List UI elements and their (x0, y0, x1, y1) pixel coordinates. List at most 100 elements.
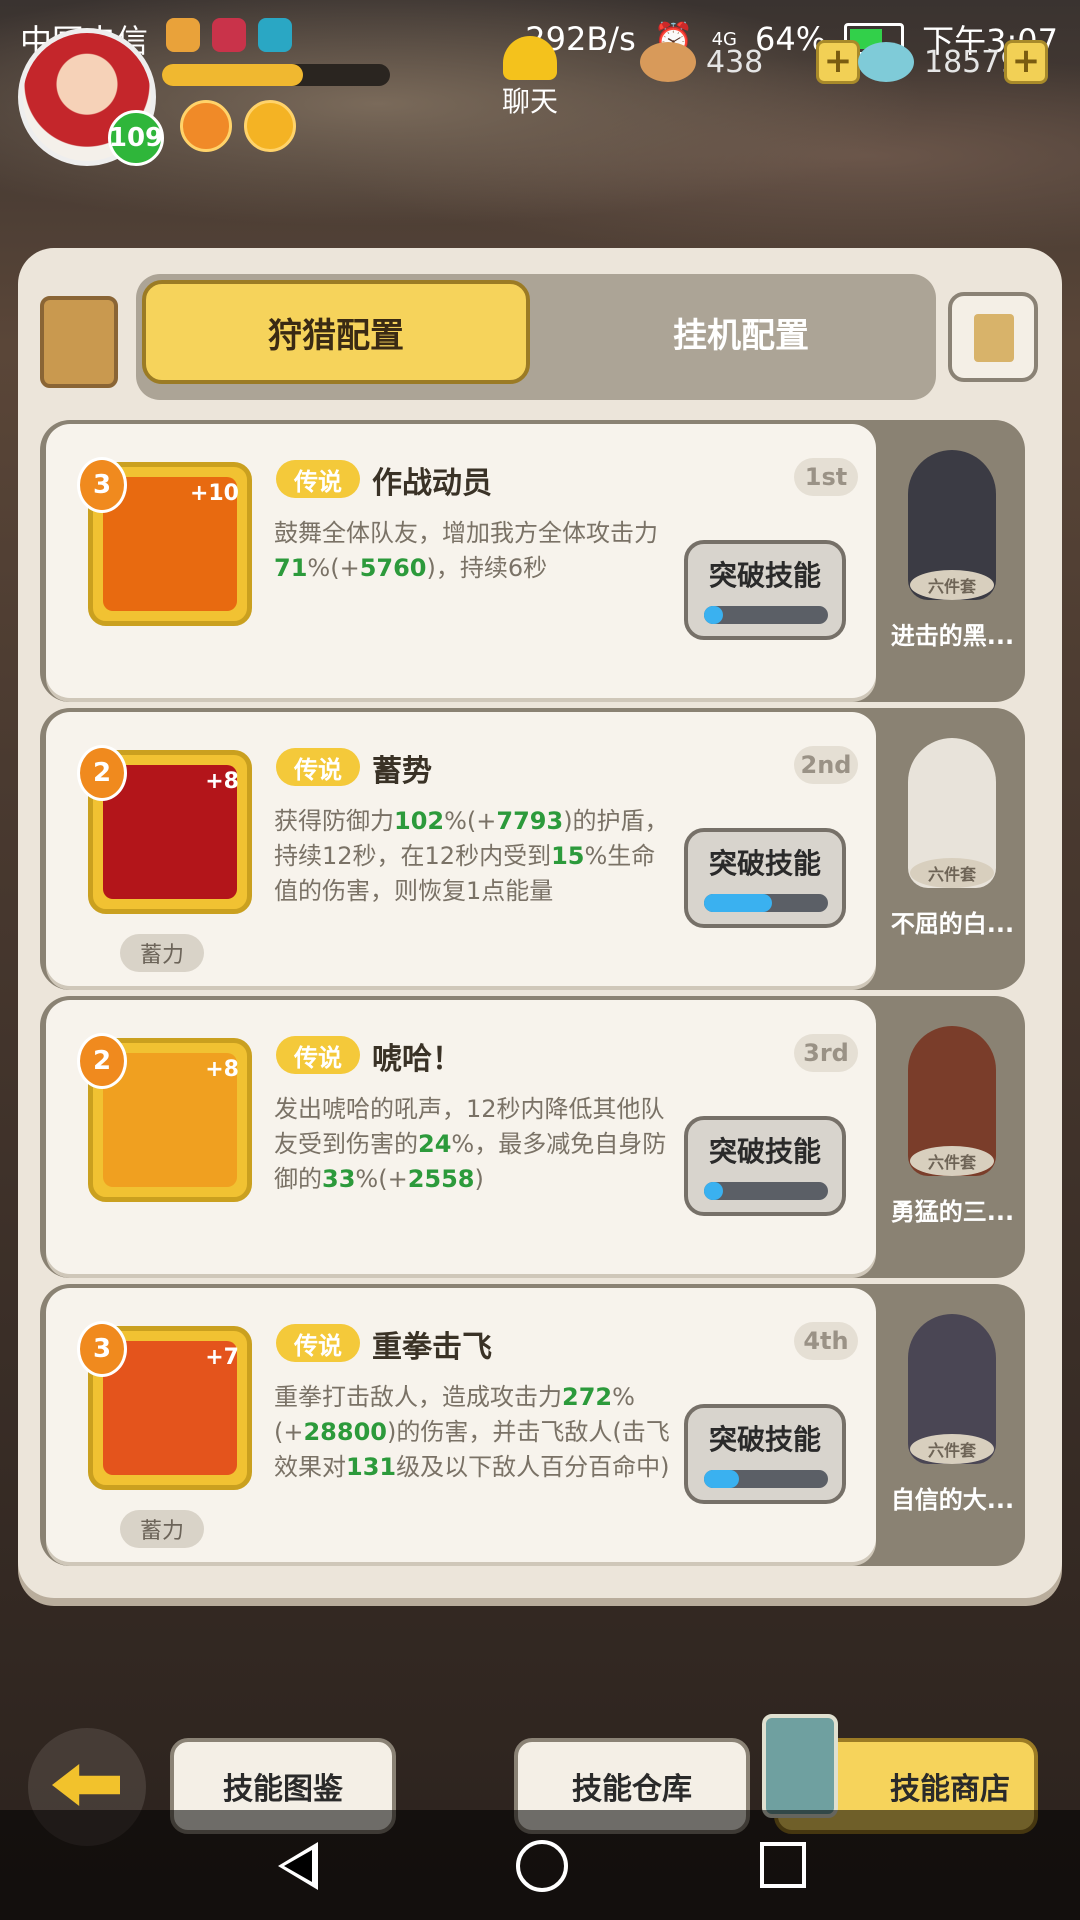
skill-slot-rank: 4th (794, 1322, 858, 1360)
app-notification-icon (166, 18, 200, 52)
skill-desc-segment: ) (474, 1165, 484, 1193)
breakthrough-progress-fill (704, 1182, 723, 1200)
nav-home-icon[interactable] (516, 1840, 568, 1892)
breakthrough-skill-button[interactable]: 突破技能 (684, 1116, 846, 1216)
pet-name: 勇猛的三... (890, 1198, 1015, 1226)
skill-level-badge: 2 (77, 1033, 127, 1089)
system-nav-bar (0, 1810, 1080, 1920)
breakthrough-progress-fill (704, 894, 773, 912)
skill-description: 获得防御力102%(+7793)的护盾，持续12秒，在12秒内受到15%生命值的… (274, 804, 674, 909)
tab-idle-config[interactable]: 挂机配置 (556, 280, 926, 384)
pet-slot[interactable]: 六件套勇猛的三... (880, 996, 1025, 1278)
buff-icon[interactable] (244, 100, 296, 152)
skill-desc-segment: )，持续6秒 (426, 554, 548, 582)
skill-row: 3 +7 蓄力 传说 重拳击飞 4th 重拳打击敌人，造成攻击力272%(+28800)的伤… (40, 1284, 1025, 1566)
skill-desc-segment: 重拳打击敌人，造成攻击力 (274, 1383, 562, 1411)
pet-slot[interactable]: 六件套 不屈的白... (880, 708, 1025, 990)
skill-bonus-level: +8 (205, 1057, 239, 1082)
guide-book-icon (974, 314, 1014, 362)
xp-bar (162, 64, 390, 86)
app-notification-icon (212, 18, 246, 52)
chat-button[interactable]: 聊天 (480, 36, 580, 120)
coins-icon (640, 42, 696, 82)
guide-book-button[interactable] (948, 292, 1038, 382)
currency-amount: 18579 (924, 44, 1020, 80)
config-tabs: 狩猎配置 挂机配置 (136, 274, 936, 400)
shop-icon (762, 1714, 838, 1818)
pet-slot[interactable]: 六件套 进击的黑... (880, 420, 1025, 702)
currency-gems: 18579 + (858, 34, 1048, 90)
pet-slot[interactable]: 六件套 自信的大... (880, 1284, 1025, 1566)
skill-desc-segment: 272 (562, 1383, 613, 1411)
skill-card[interactable]: 2 +8 传说 唬哈！ 3rd 发出唬哈的吼声，12秒内降低其他队友受到伤害的24%，最多… (46, 1000, 876, 1274)
currency-amount: 438 (706, 44, 764, 80)
skill-card[interactable]: 2 +8 蓄力 传说 蓄势 2nd 获得防御力102%(+7793)的护盾，持续12秒，在1… (46, 712, 876, 986)
chat-label: 聊天 (501, 85, 558, 118)
skill-shop-label: 技能商店 (890, 1772, 1010, 1807)
skill-bonus-level: +8 (205, 769, 239, 794)
skill-icon[interactable]: 3 +10 (77, 457, 252, 626)
skill-desc-segment: 鼓舞全体队友，增加我方全体攻击力 (274, 519, 658, 547)
skill-desc-segment: 15 (551, 842, 585, 870)
breakthrough-label: 突破技能 (708, 1135, 821, 1168)
chat-bell-icon (503, 36, 557, 80)
charge-tag: 蓄力 (120, 1510, 204, 1548)
pet-set-label: 六件套 (910, 1434, 994, 1464)
breakthrough-progress (704, 894, 828, 912)
skill-slot-rank: 1st (794, 458, 858, 496)
nav-back-icon[interactable] (278, 1842, 318, 1890)
breakthrough-progress (704, 1470, 828, 1488)
skill-slot-rank: 2nd (794, 746, 858, 784)
skill-bonus-level: +7 (205, 1345, 239, 1370)
app-notification-icon (258, 18, 292, 52)
breakthrough-progress (704, 1182, 828, 1200)
pet-set-label: 六件套 (910, 570, 994, 600)
skill-desc-segment: 24 (418, 1130, 452, 1158)
skill-icon[interactable]: 3 +7 (77, 1321, 252, 1490)
skill-desc-segment: 级及以下敌人百分百命中) (396, 1453, 670, 1481)
xp-bar-fill (162, 64, 304, 86)
skill-row: 3 +10 传说 作战动员 1st 鼓舞全体队友，增加我方全体攻击力 71%(+5760)，… (40, 420, 1025, 702)
rarity-badge: 传说 (276, 748, 360, 786)
skill-card[interactable]: 3 +10 传说 作战动员 1st 鼓舞全体队友，增加我方全体攻击力 71%(+5760)，… (46, 424, 876, 698)
skill-level-badge: 2 (77, 745, 127, 801)
buff-icon[interactable] (180, 100, 232, 152)
breakthrough-progress-fill (704, 1470, 739, 1488)
add-coins-button[interactable]: + (816, 40, 860, 84)
breakthrough-skill-button[interactable]: 突破技能 (684, 1404, 846, 1504)
skill-card[interactable]: 3 +7 蓄力 传说 重拳击飞 4th 重拳打击敌人，造成攻击力272%(+28800)的伤… (46, 1288, 876, 1562)
skill-desc-segment: 71 (274, 554, 308, 582)
skill-desc-segment: 7793 (496, 807, 564, 835)
skill-desc-segment: %(+ (444, 807, 497, 835)
pet-set-label: 六件套 (910, 1146, 994, 1176)
skill-level-badge: 3 (77, 457, 127, 513)
skill-description: 发出唬哈的吼声，12秒内降低其他队友受到伤害的24%，最多减免自身防御的33%(… (274, 1092, 674, 1197)
breakthrough-label: 突破技能 (708, 1423, 821, 1456)
breakthrough-skill-button[interactable]: 突破技能 (684, 828, 846, 928)
breakthrough-label: 突破技能 (708, 847, 821, 880)
skill-name: 作战动员 (372, 466, 492, 501)
skill-icon[interactable]: 2 +8 (77, 1033, 252, 1202)
skill-name: 唬哈！ (372, 1042, 462, 1077)
back-arrow-icon (52, 1764, 120, 1806)
skill-name: 蓄势 (372, 754, 432, 789)
skill-level-badge: 3 (77, 1321, 127, 1377)
pet-set-label: 六件套 (910, 858, 994, 888)
charge-tag: 蓄力 (120, 934, 204, 972)
add-gems-button[interactable]: + (1004, 40, 1048, 84)
skill-desc-segment: 2558 (407, 1165, 475, 1193)
nav-recents-icon[interactable] (760, 1842, 806, 1888)
skill-name: 重拳击飞 (372, 1330, 492, 1365)
tab-hunting-config[interactable]: 狩猎配置 (142, 280, 530, 384)
breakthrough-label: 突破技能 (708, 559, 821, 592)
skill-icon[interactable]: 2 +8 (77, 745, 252, 914)
skill-desc-segment: %(+ (307, 554, 360, 582)
skill-description: 重拳打击敌人，造成攻击力272%(+28800)的伤害，并击飞敌人(击飞效果对1… (274, 1380, 674, 1485)
skill-bonus-level: +10 (189, 481, 239, 506)
rarity-badge: 传说 (276, 460, 360, 498)
scroll-quest-icon[interactable] (40, 296, 118, 388)
breakthrough-skill-button[interactable]: 突破技能 (684, 540, 846, 640)
gem-icon (858, 42, 914, 82)
skill-description: 鼓舞全体队友，增加我方全体攻击力 71%(+5760)，持续6秒 (274, 516, 674, 586)
player-level-badge: 109 (108, 110, 164, 166)
